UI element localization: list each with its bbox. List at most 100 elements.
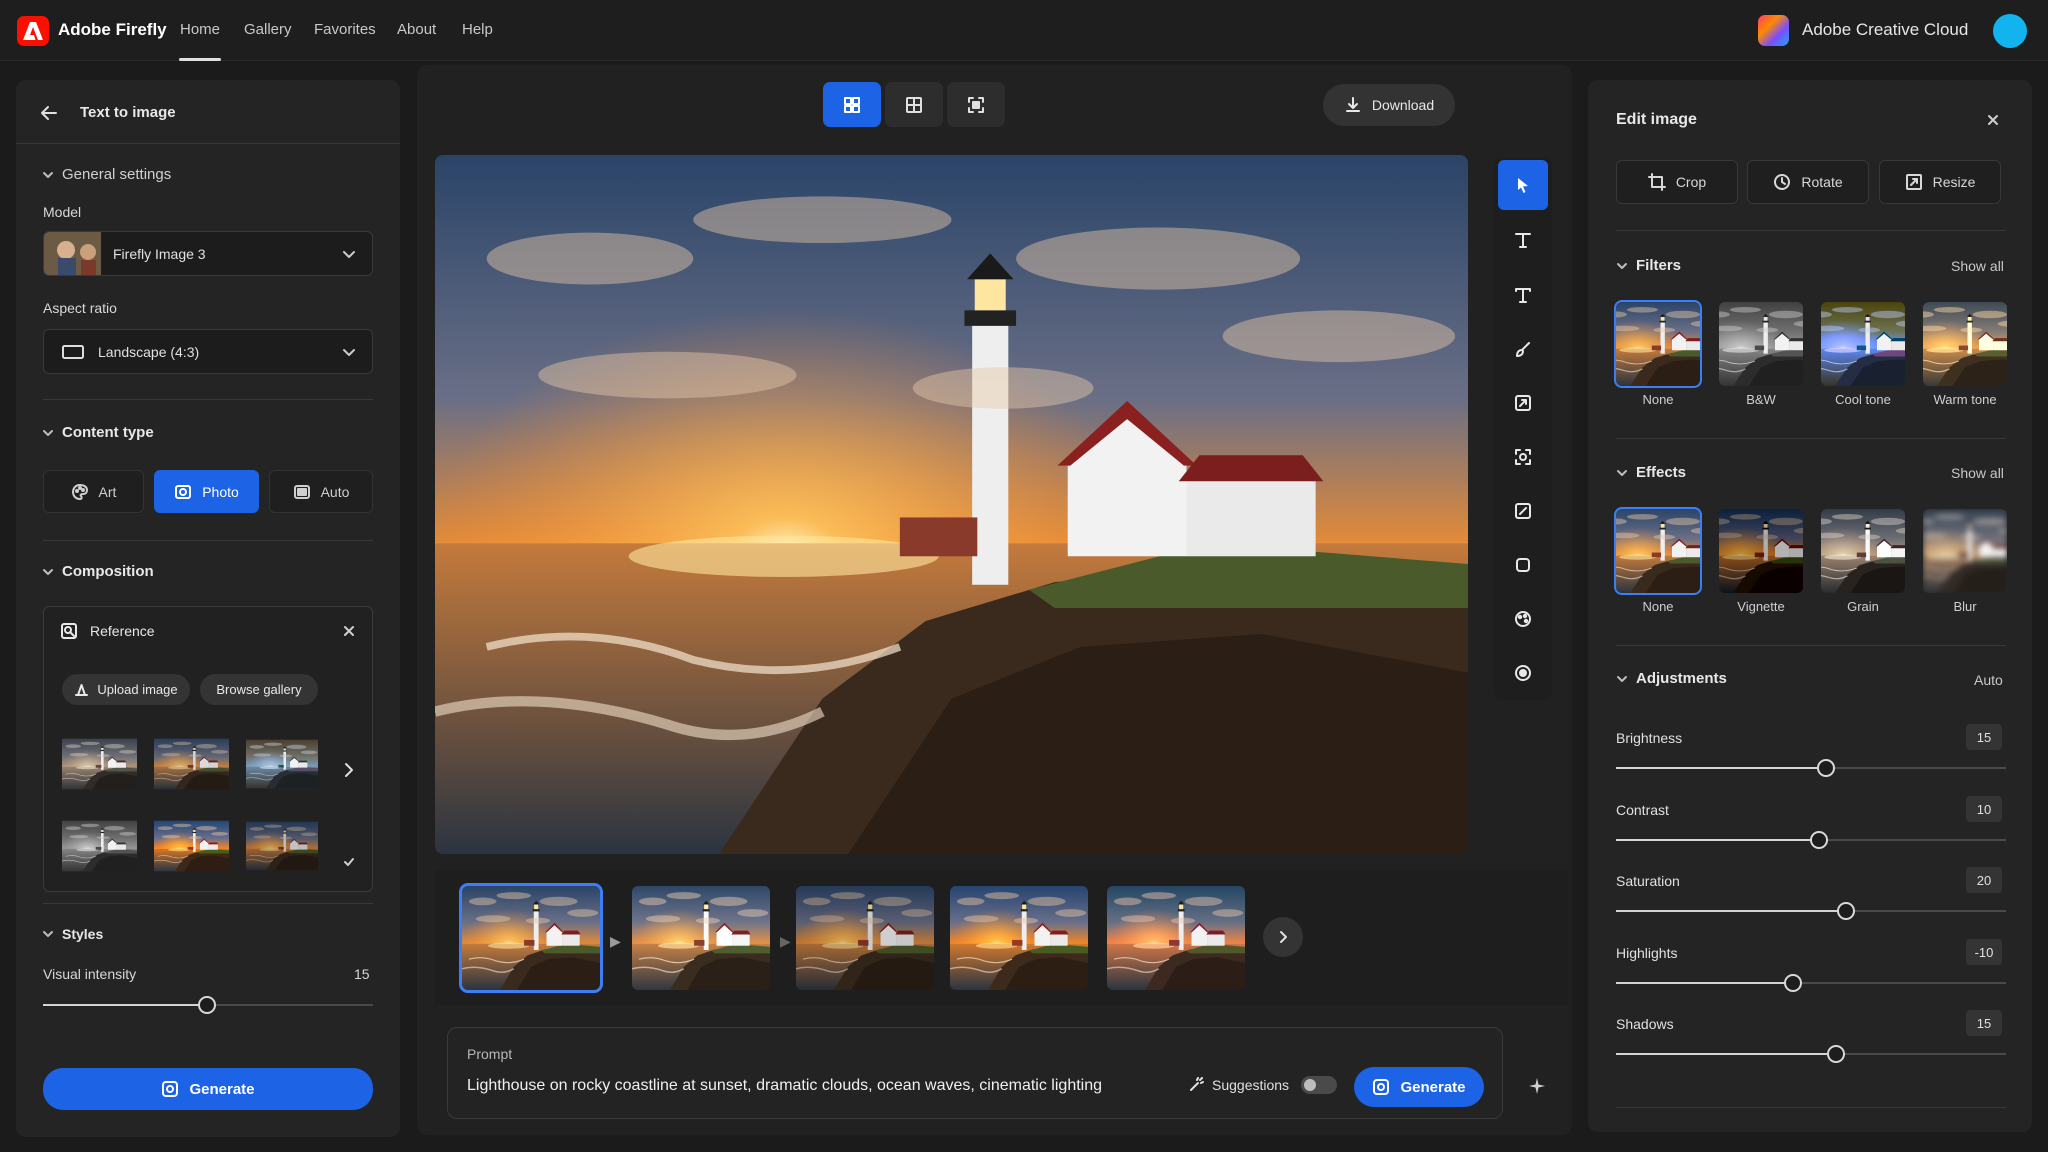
crop-tool[interactable] xyxy=(1498,540,1548,590)
general-settings-label: General settings xyxy=(62,166,172,183)
filter-cool-tone-thumbnail[interactable] xyxy=(1821,302,1905,386)
generate-icon xyxy=(1373,1079,1390,1095)
view-grid-button[interactable] xyxy=(823,82,881,127)
creative-cloud-icon[interactable] xyxy=(1758,15,1789,46)
effect-label: Blur xyxy=(1953,599,1977,614)
filter-warm-tone-thumbnail[interactable] xyxy=(1923,302,2007,386)
effect-grain-thumbnail[interactable] xyxy=(1821,509,1905,593)
nav-favorites[interactable]: Favorites xyxy=(314,21,376,38)
highlights-slider-knob[interactable] xyxy=(1784,974,1802,992)
brush-tool[interactable] xyxy=(1498,325,1548,375)
adjustments-label: Adjustments xyxy=(1636,670,1727,687)
divider xyxy=(43,399,373,400)
reference-thumbnail[interactable] xyxy=(246,817,318,875)
nav-gallery[interactable]: Gallery xyxy=(244,21,292,38)
close-reference-icon[interactable] xyxy=(341,623,357,639)
left-generate-button[interactable]: Generate xyxy=(43,1068,373,1110)
text-style-tool[interactable] xyxy=(1498,270,1548,320)
prompt-input[interactable]: Lighthouse on rocky coastline at sunset,… xyxy=(467,1077,1102,1095)
aspect-ratio-select[interactable]: Landscape (4:3) xyxy=(43,329,373,374)
chevron-down-icon xyxy=(343,250,355,258)
contrast-value[interactable]: 10 xyxy=(1966,796,2002,822)
reference-thumbnail[interactable] xyxy=(62,729,137,799)
shadows-slider-knob[interactable] xyxy=(1827,1045,1845,1063)
filmstrip-thumbnail[interactable] xyxy=(459,883,603,993)
visual-intensity-knob[interactable] xyxy=(198,996,216,1014)
adobe-logo-icon[interactable] xyxy=(17,16,49,46)
filmstrip-thumbnail[interactable] xyxy=(1107,886,1245,990)
view-split-button[interactable] xyxy=(885,82,943,127)
resize-tool[interactable] xyxy=(1498,486,1548,536)
user-avatar[interactable] xyxy=(1993,14,2027,48)
generated-image[interactable] xyxy=(435,155,1468,854)
sphere-tool[interactable] xyxy=(1498,648,1548,698)
filter-label: B&W xyxy=(1746,392,1776,407)
styles-header[interactable]: Styles xyxy=(42,926,103,942)
saturation-value[interactable]: 20 xyxy=(1966,867,2002,893)
back-arrow-icon[interactable] xyxy=(38,102,60,124)
effect-none-thumbnail[interactable] xyxy=(1614,507,1702,595)
filters-header[interactable]: Filters xyxy=(1616,257,1681,274)
divider xyxy=(1616,230,2006,231)
general-settings-header[interactable]: General settings xyxy=(42,166,171,183)
suggestions-toggle[interactable]: Suggestions xyxy=(1188,1076,1338,1094)
palette-tool[interactable] xyxy=(1498,594,1548,644)
suggestions-switch[interactable] xyxy=(1301,1076,1338,1094)
check-icon[interactable] xyxy=(343,856,355,868)
brightness-value[interactable]: 15 xyxy=(1966,724,2002,750)
filters-show-all-link[interactable]: Show all xyxy=(1951,258,2004,274)
contrast-slider-knob[interactable] xyxy=(1810,831,1828,849)
upload-image-button[interactable]: Upload image xyxy=(62,674,190,705)
app-name[interactable]: Adobe Firefly xyxy=(58,20,167,40)
download-button[interactable]: Download xyxy=(1323,84,1455,126)
effect-vignette-thumbnail[interactable] xyxy=(1719,509,1803,593)
close-panel-icon[interactable] xyxy=(1986,113,2000,127)
filter-none-thumbnail[interactable] xyxy=(1614,300,1702,388)
model-thumbnail xyxy=(44,232,101,275)
adjustments-header[interactable]: Adjustments xyxy=(1616,670,1727,687)
saturation-slider-knob[interactable] xyxy=(1837,902,1855,920)
adjustments-auto-link[interactable]: Auto xyxy=(1974,672,2003,688)
expand-tool[interactable] xyxy=(1498,378,1548,428)
brightness-slider-knob[interactable] xyxy=(1817,759,1835,777)
nav-home[interactable]: Home xyxy=(180,21,220,38)
effects-show-all-link[interactable]: Show all xyxy=(1951,465,2004,481)
rotate-label: Rotate xyxy=(1801,174,1843,190)
reference-thumbnail[interactable] xyxy=(154,817,229,875)
creative-cloud-label[interactable]: Adobe Creative Cloud xyxy=(1802,20,1968,40)
shadows-value[interactable]: 15 xyxy=(1966,1010,2002,1036)
pointer-tool[interactable] xyxy=(1498,160,1548,210)
text-tool[interactable] xyxy=(1498,215,1548,265)
filmstrip-next-button[interactable] xyxy=(1263,917,1303,957)
reference-thumbnail[interactable] xyxy=(154,729,229,799)
content-type-auto-button[interactable]: Auto xyxy=(269,470,373,513)
crop-button[interactable]: Crop xyxy=(1616,160,1738,204)
nav-about[interactable]: About xyxy=(397,21,436,38)
content-type-header[interactable]: Content type xyxy=(42,424,154,441)
content-type-photo-button[interactable]: Photo xyxy=(154,470,259,513)
scan-tool[interactable] xyxy=(1498,432,1548,482)
effect-blur-thumbnail[interactable] xyxy=(1923,509,2007,593)
model-select[interactable]: Firefly Image 3 xyxy=(43,231,373,276)
sparkle-icon[interactable] xyxy=(1528,1077,1546,1095)
resize-button[interactable]: Resize xyxy=(1879,160,2001,204)
prompt-generate-button[interactable]: Generate xyxy=(1354,1067,1484,1107)
content-type-art-button[interactable]: Art xyxy=(43,470,144,513)
composition-header[interactable]: Composition xyxy=(42,563,154,580)
effects-header[interactable]: Effects xyxy=(1616,464,1686,481)
highlights-value[interactable]: -10 xyxy=(1966,939,2002,965)
filmstrip-thumbnail[interactable] xyxy=(796,886,934,990)
reference-thumbnail[interactable] xyxy=(246,729,318,799)
filmstrip-thumbnail[interactable] xyxy=(632,886,770,990)
reference-thumbnail[interactable] xyxy=(62,817,137,875)
browse-gallery-button[interactable]: Browse gallery xyxy=(200,674,318,705)
model-label: Model xyxy=(43,204,82,220)
nav-help[interactable]: Help xyxy=(462,21,493,38)
chevron-right-icon[interactable] xyxy=(342,762,356,778)
effect-label: Vignette xyxy=(1737,599,1785,614)
crop-icon xyxy=(1647,173,1666,191)
filmstrip-thumbnail[interactable] xyxy=(950,886,1088,990)
view-fullscreen-button[interactable] xyxy=(947,82,1005,127)
rotate-button[interactable]: Rotate xyxy=(1747,160,1869,204)
filter-bw-thumbnail[interactable] xyxy=(1719,302,1803,386)
